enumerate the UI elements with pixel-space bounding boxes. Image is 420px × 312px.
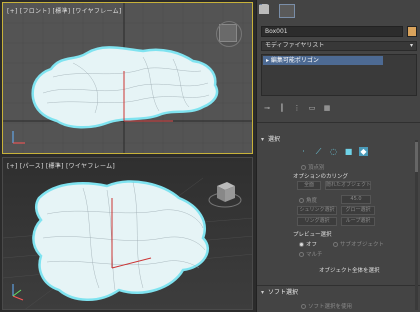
use-soft-selection-checkbox[interactable]: ソフト選択を使用	[301, 302, 352, 310]
occluded-section-title: オプションのカリング	[293, 174, 349, 180]
selection-rollout-title: 選択	[268, 136, 281, 143]
soft-selection-title: ソフト選択	[268, 289, 299, 296]
grow-button[interactable]: グロー選択	[341, 206, 375, 215]
front-viewport-canvas	[3, 3, 252, 153]
command-panel: Box001 モディファイヤリスト ▾ ▸ 編集可能ポリゴン ⊸ ┃ ⋮ ▭ ▦ …	[256, 0, 420, 312]
hierarchy-tab-icon[interactable]	[259, 4, 315, 18]
selection-status-text: オブジェクト全体を選択	[319, 268, 380, 274]
ring-button[interactable]: リング選択	[297, 217, 337, 226]
preview-subobject-radio[interactable]: サブオブジェクト	[333, 240, 384, 248]
angle-checkbox[interactable]: 角度	[299, 196, 317, 204]
viewcube-perspective[interactable]	[205, 174, 245, 214]
display-tab-icon[interactable]	[259, 4, 355, 18]
preview-off-radio[interactable]: オフ	[299, 240, 317, 248]
subobject-level-icons: · ⟋ ◌ ■ ◆	[299, 147, 368, 156]
by-vertex-label: 頂点別	[308, 165, 325, 171]
stack-item-label: 編集可能ポリゴン	[270, 57, 319, 64]
modifier-stack: ▸ 編集可能ポリゴン	[261, 54, 417, 96]
hidden-objects-button[interactable]: 隠れたオブジェクト	[325, 181, 371, 190]
preview-multi-label: マルチ	[306, 252, 323, 258]
angle-label: 角度	[306, 198, 318, 204]
element-icon[interactable]: ◆	[359, 147, 368, 156]
use-soft-selection-label: ソフト選択を使用	[308, 304, 353, 310]
app-root: [+] [フロント] [標準] [ワイヤフレーム] [+] [パース] [標準]…	[0, 0, 420, 312]
panel-divider-2	[257, 285, 420, 286]
preview-subobject-label: サブオブジェクト	[340, 242, 385, 248]
stack-item-editable-poly[interactable]: ▸ 編集可能ポリゴン	[263, 56, 383, 65]
object-color-swatch[interactable]	[407, 26, 417, 37]
angle-spinner[interactable]: 45.0	[341, 195, 371, 204]
perspective-viewport[interactable]: [+] [パース] [標準] [ワイヤフレーム]	[2, 157, 253, 310]
make-unique-icon[interactable]: ⋮	[293, 104, 301, 113]
show-end-result-icon[interactable]: ┃	[278, 104, 286, 113]
modify-tab-icon[interactable]	[259, 4, 295, 18]
polygon-icon[interactable]: ■	[344, 147, 353, 156]
border-icon[interactable]: ◌	[329, 147, 338, 156]
configure-sets-icon[interactable]: ▦	[323, 104, 331, 113]
preview-multi-radio[interactable]: マルチ	[299, 250, 323, 258]
motion-tab-icon[interactable]	[260, 4, 335, 18]
preview-off-label: オフ	[306, 242, 318, 248]
pin-stack-icon[interactable]: ⊸	[263, 104, 271, 113]
viewcube-front[interactable]	[216, 21, 242, 47]
edge-icon[interactable]: ⟋	[314, 147, 323, 156]
panel-scrollbar[interactable]	[415, 140, 418, 310]
utilities-tab-icon[interactable]	[259, 4, 375, 18]
stack-toolbar: ⊸ ┃ ⋮ ▭ ▦	[261, 102, 417, 114]
modifier-list-dropdown[interactable]: モディファイヤリスト ▾	[261, 41, 417, 51]
rock-mesh-front	[31, 46, 219, 129]
rock-mesh-perspective	[32, 180, 209, 301]
command-panel-tabs	[259, 4, 419, 20]
loop-button[interactable]: ループ選択	[341, 217, 375, 226]
modifier-list-label: モディファイヤリスト	[265, 42, 325, 49]
remove-modifier-icon[interactable]: ▭	[308, 104, 316, 113]
shrink-button[interactable]: シュリンク選択	[297, 206, 337, 215]
preview-selection-title: プレビュー選択	[293, 232, 332, 238]
vertex-icon[interactable]: ·	[299, 147, 308, 156]
front-facing-button[interactable]: 全面	[297, 181, 321, 190]
selection-rollout-header[interactable]: ▾ 選択	[261, 135, 411, 145]
chevron-down-icon: ▾	[409, 42, 413, 49]
panel-divider	[257, 122, 420, 123]
front-viewport[interactable]: [+] [フロント] [標準] [ワイヤフレーム]	[2, 2, 253, 154]
object-name-field[interactable]: Box001	[261, 26, 403, 37]
soft-selection-rollout-header[interactable]: ▾ ソフト選択	[261, 288, 411, 298]
by-vertex-checkbox[interactable]: 頂点別	[301, 163, 325, 171]
